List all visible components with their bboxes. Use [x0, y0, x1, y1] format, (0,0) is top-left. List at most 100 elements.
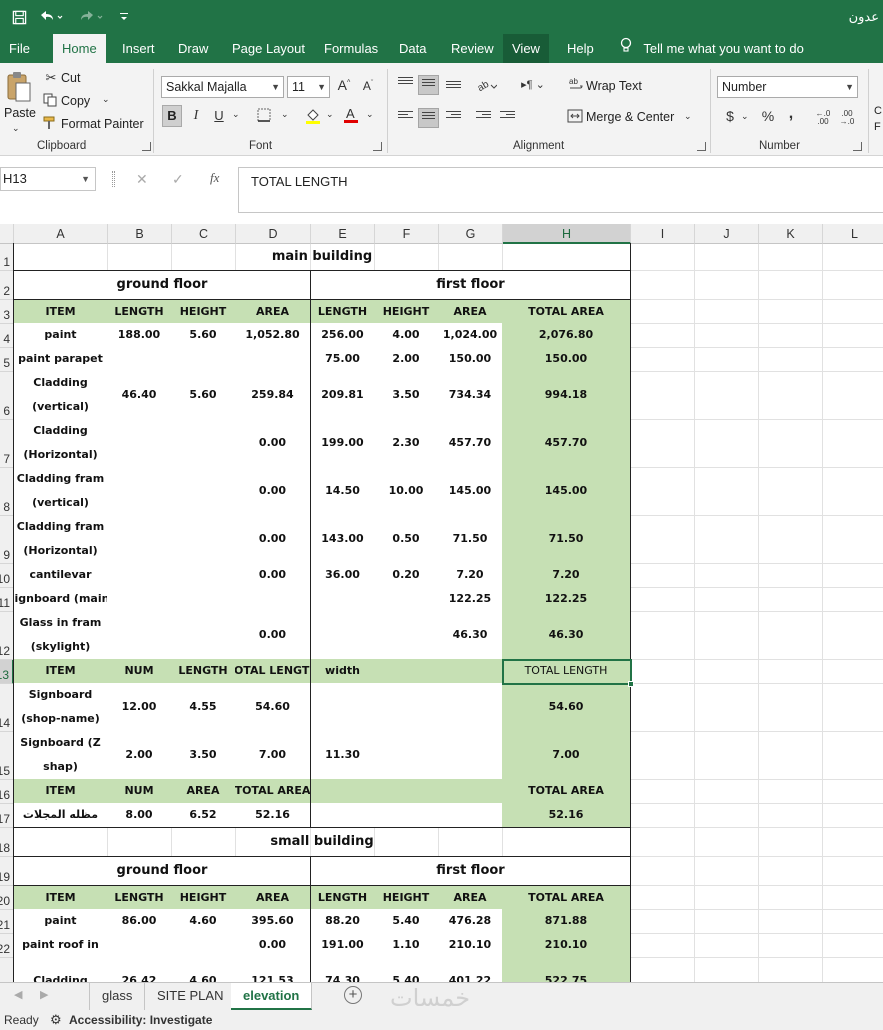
accessibility-status[interactable]: Accessibility: Investigate — [69, 1013, 212, 1027]
cell-a20[interactable]: ITEM — [13, 885, 108, 910]
cell-a11[interactable]: Signboard (main) — [13, 587, 108, 612]
cell-a14[interactable]: Signboard (shop-name) — [13, 683, 108, 732]
clipboard-launcher-icon[interactable] — [142, 142, 151, 151]
cell-h14[interactable]: 54.60 — [502, 683, 631, 732]
cell-b13[interactable]: NUM — [107, 659, 172, 684]
comma-button[interactable]: , — [786, 105, 796, 123]
cell-a12[interactable]: Glass in fram (skylight) — [13, 611, 108, 660]
cell-e15[interactable]: 11.30 — [310, 731, 375, 780]
cell-a16[interactable]: ITEM — [13, 779, 108, 804]
row-header-17[interactable]: 17 — [0, 804, 14, 828]
cell-h5[interactable]: 150.00 — [502, 347, 631, 372]
cell-g9[interactable]: 71.50 — [438, 515, 503, 564]
cell-c22[interactable] — [171, 933, 236, 958]
cell-b21[interactable]: 86.00 — [107, 909, 172, 934]
cell-h4[interactable]: 2,076.80 — [502, 323, 631, 348]
cell-f13[interactable] — [374, 659, 439, 684]
redo-icon[interactable] — [76, 6, 106, 28]
underline-dropdown-icon[interactable]: ⌄ — [232, 109, 240, 120]
row-header-6[interactable]: 6 — [0, 372, 14, 420]
row-header-16[interactable]: 16 — [0, 780, 14, 804]
cell-g11[interactable]: 122.25 — [438, 587, 503, 612]
cell-e13[interactable]: width — [310, 659, 375, 684]
column-header-f[interactable]: F — [375, 224, 439, 244]
cell-e9[interactable]: 143.00 — [310, 515, 375, 564]
cell-h16[interactable]: TOTAL AREA — [502, 779, 631, 804]
decrease-font-icon[interactable]: Aˇ — [361, 79, 375, 93]
cell-h17[interactable]: 52.16 — [502, 803, 631, 828]
cell-d23[interactable]: 121.53 — [235, 957, 311, 982]
merge-dropdown-icon[interactable]: ⌄ — [684, 111, 692, 122]
row-header-10[interactable]: 10 — [0, 564, 14, 588]
tab-draw[interactable]: Draw — [169, 34, 217, 63]
cell-h13[interactable]: TOTAL LENGTH — [502, 659, 631, 684]
cell-c21[interactable]: 4.60 — [171, 909, 236, 934]
cell-h20[interactable]: TOTAL AREA — [502, 885, 631, 910]
cell-f5[interactable]: 2.00 — [374, 347, 439, 372]
fill-color-dropdown-icon[interactable]: ⌄ — [326, 109, 334, 120]
cell-h10[interactable]: 7.20 — [502, 563, 631, 588]
cell-g16[interactable] — [438, 779, 503, 804]
cell-e10[interactable]: 36.00 — [310, 563, 375, 588]
cell-c9[interactable] — [171, 515, 236, 564]
cell-f16[interactable] — [374, 779, 439, 804]
paste-icon[interactable] — [6, 71, 32, 103]
cell-c17[interactable]: 6.52 — [171, 803, 236, 828]
cell-b10[interactable] — [107, 563, 172, 588]
cell-e20[interactable]: LENGTH — [310, 885, 375, 910]
cell-d11[interactable] — [235, 587, 311, 612]
cell-f23[interactable]: 5.40 — [374, 957, 439, 982]
cell-c12[interactable] — [171, 611, 236, 660]
column-header-c[interactable]: C — [172, 224, 236, 244]
row-header-5[interactable]: 5 — [0, 348, 14, 372]
cell-d4[interactable]: 1,052.80 — [235, 323, 311, 348]
cell-c11[interactable] — [171, 587, 236, 612]
cell-g8[interactable]: 145.00 — [438, 467, 503, 516]
wrap-text-button[interactable]: Wrap Text — [586, 79, 642, 93]
row-header-7[interactable]: 7 — [0, 420, 14, 468]
bottom-align-icon[interactable] — [446, 81, 461, 93]
cell-e8[interactable]: 14.50 — [310, 467, 375, 516]
copy-dropdown-icon[interactable]: ⌄ — [102, 94, 110, 105]
cell-h8[interactable]: 145.00 — [502, 467, 631, 516]
cell-e22[interactable]: 191.00 — [310, 933, 375, 958]
cut-button[interactable]: Cut — [61, 71, 80, 85]
increase-indent-icon[interactable] — [500, 111, 515, 123]
cell-g6[interactable]: 734.34 — [438, 371, 503, 420]
cell-e12[interactable] — [310, 611, 375, 660]
row-header-18[interactable]: 18 — [0, 828, 14, 857]
cell-f17[interactable] — [374, 803, 439, 828]
tab-formulas[interactable]: Formulas — [315, 34, 387, 63]
cell-b11[interactable] — [107, 587, 172, 612]
cell-c5[interactable] — [171, 347, 236, 372]
cell-e17[interactable] — [310, 803, 375, 828]
cell-a17[interactable]: مظله المجلات — [13, 803, 108, 828]
cell-g12[interactable]: 46.30 — [438, 611, 503, 660]
cell-h22[interactable]: 210.10 — [502, 933, 631, 958]
cell-h11[interactable]: 122.25 — [502, 587, 631, 612]
cell-b4[interactable]: 188.00 — [107, 323, 172, 348]
cell-f14[interactable] — [374, 683, 439, 732]
number-launcher-icon[interactable] — [853, 142, 862, 151]
cell-b7[interactable] — [107, 419, 172, 468]
merge-center-button[interactable]: Merge & Center — [586, 110, 674, 124]
cell-d17[interactable]: 52.16 — [235, 803, 311, 828]
cell-d7[interactable]: 0.00 — [235, 419, 311, 468]
italic-button[interactable]: I — [190, 108, 202, 124]
cell-d8[interactable]: 0.00 — [235, 467, 311, 516]
cell-a9[interactable]: Cladding fram (Horizontal) — [13, 515, 108, 564]
cell-f8[interactable]: 10.00 — [374, 467, 439, 516]
row-header-4[interactable]: 4 — [0, 324, 14, 348]
cell-b9[interactable] — [107, 515, 172, 564]
cell-h21[interactable]: 871.88 — [502, 909, 631, 934]
cell-h9[interactable]: 71.50 — [502, 515, 631, 564]
row-header-9[interactable]: 9 — [0, 516, 14, 564]
cell-d6[interactable]: 259.84 — [235, 371, 311, 420]
tab-review[interactable]: Review — [442, 34, 503, 63]
cell-a8[interactable]: Cladding fram (vertical) — [13, 467, 108, 516]
cell-d16[interactable]: TOTAL AREA — [235, 779, 311, 804]
copy-button[interactable]: Copy — [61, 94, 90, 108]
column-header-a[interactable]: A — [14, 224, 108, 244]
column-header-i[interactable]: I — [631, 224, 695, 244]
row-header-19[interactable]: 19 — [0, 857, 14, 886]
